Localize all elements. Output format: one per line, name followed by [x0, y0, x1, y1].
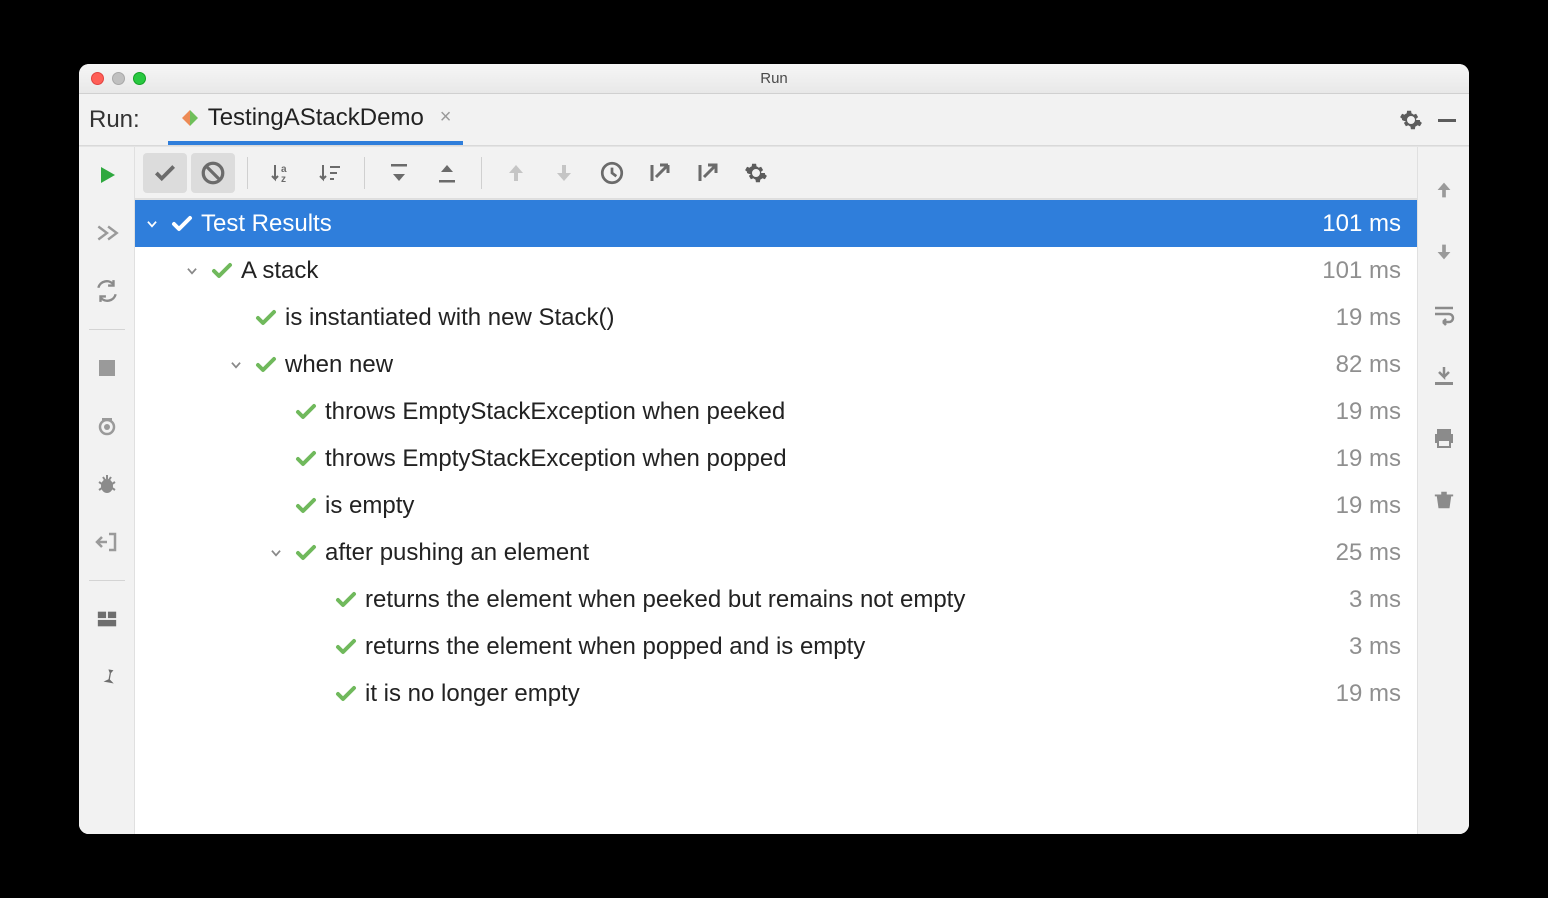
sort-duration-button[interactable] — [308, 153, 352, 193]
pass-check-icon — [291, 494, 321, 518]
test-duration: 3 ms — [1349, 633, 1401, 661]
pass-check-icon — [291, 447, 321, 471]
window-controls — [91, 72, 146, 85]
collapse-all-button[interactable] — [425, 153, 469, 193]
sort-alpha-button[interactable]: az — [260, 153, 304, 193]
test-tree[interactable]: Test Results101 msA stack101 msis instan… — [135, 199, 1417, 834]
test-duration: 19 ms — [1336, 398, 1401, 426]
right-gutter — [1417, 147, 1469, 834]
debug-button[interactable] — [87, 464, 127, 504]
test-duration: 19 ms — [1336, 680, 1401, 708]
window-title: Run — [79, 70, 1469, 87]
left-gutter — [79, 147, 135, 834]
show-ignored-button[interactable] — [191, 153, 235, 193]
test-tree-row[interactable]: A stack101 ms — [135, 247, 1417, 294]
test-label: throws EmptyStackException when peeked — [321, 398, 1336, 426]
soft-wrap-button[interactable] — [1425, 295, 1463, 333]
pass-check-icon — [251, 306, 281, 330]
rerun-failed-button[interactable] — [87, 213, 127, 253]
pass-check-icon — [167, 212, 197, 236]
test-tree-row[interactable]: throws EmptyStackException when peeked19… — [135, 388, 1417, 435]
test-tree-row[interactable]: after pushing an element25 ms — [135, 529, 1417, 576]
chevron-down-icon[interactable] — [229, 358, 251, 372]
test-duration: 19 ms — [1336, 445, 1401, 473]
pass-check-icon — [291, 400, 321, 424]
test-duration: 101 ms — [1322, 257, 1401, 285]
test-tree-row[interactable]: is instantiated with new Stack()19 ms — [135, 294, 1417, 341]
close-tab-button[interactable]: × — [440, 106, 452, 129]
import-tests-button[interactable] — [638, 153, 682, 193]
test-history-button[interactable] — [590, 153, 634, 193]
run-label: Run: — [89, 106, 140, 134]
test-label: Test Results — [197, 210, 1322, 238]
run-config-tab[interactable]: TestingAStackDemo × — [168, 94, 464, 145]
pass-check-icon — [207, 259, 237, 283]
show-passed-button[interactable] — [143, 153, 187, 193]
scroll-down-button[interactable] — [1425, 233, 1463, 271]
test-label: returns the element when peeked but rema… — [361, 586, 1349, 614]
run-config-icon — [180, 108, 200, 128]
test-toolbar: az — [135, 147, 1417, 199]
pass-check-icon — [331, 635, 361, 659]
print-button[interactable] — [1425, 419, 1463, 457]
rerun-button[interactable] — [87, 155, 127, 195]
dump-threads-button[interactable] — [87, 406, 127, 446]
export-tests-button[interactable] — [686, 153, 730, 193]
exit-button[interactable] — [87, 522, 127, 562]
test-duration: 82 ms — [1336, 351, 1401, 379]
test-label: is empty — [321, 492, 1336, 520]
clear-all-button[interactable] — [1425, 481, 1463, 519]
svg-text:z: z — [281, 174, 286, 185]
pass-check-icon — [291, 541, 321, 565]
test-label: A stack — [237, 257, 1322, 285]
test-duration: 19 ms — [1336, 304, 1401, 332]
pass-check-icon — [331, 682, 361, 706]
run-config-name: TestingAStackDemo — [208, 104, 424, 132]
chevron-down-icon[interactable] — [185, 264, 207, 278]
prev-failed-button[interactable] — [494, 153, 538, 193]
test-label: after pushing an element — [321, 539, 1336, 567]
minimize-window-button[interactable] — [112, 72, 125, 85]
test-duration: 19 ms — [1336, 492, 1401, 520]
test-label: when new — [281, 351, 1336, 379]
test-tree-row[interactable]: returns the element when peeked but rema… — [135, 576, 1417, 623]
layout-button[interactable] — [87, 599, 127, 639]
scroll-to-end-button[interactable] — [1425, 357, 1463, 395]
next-failed-button[interactable] — [542, 153, 586, 193]
test-tree-row[interactable]: it is no longer empty19 ms — [135, 670, 1417, 717]
test-duration: 25 ms — [1336, 539, 1401, 567]
expand-all-button[interactable] — [377, 153, 421, 193]
test-tree-row[interactable]: returns the element when popped and is e… — [135, 623, 1417, 670]
hide-button[interactable] — [1429, 102, 1465, 138]
chevron-down-icon[interactable] — [269, 546, 291, 560]
test-label: is instantiated with new Stack() — [281, 304, 1336, 332]
test-tree-row[interactable]: Test Results101 ms — [135, 200, 1417, 247]
pin-button[interactable] — [87, 657, 127, 697]
test-duration: 3 ms — [1349, 586, 1401, 614]
test-tree-row[interactable]: throws EmptyStackException when popped19… — [135, 435, 1417, 482]
chevron-down-icon[interactable] — [145, 217, 167, 231]
test-label: returns the element when popped and is e… — [361, 633, 1349, 661]
run-tool-window: Run Run: TestingAStackDemo × — [79, 64, 1469, 834]
titlebar[interactable]: Run — [79, 64, 1469, 94]
main-area: az — [135, 147, 1417, 834]
test-settings-button[interactable] — [734, 153, 778, 193]
run-tab-bar: Run: TestingAStackDemo × — [79, 94, 1469, 146]
test-tree-row[interactable]: is empty19 ms — [135, 482, 1417, 529]
toggle-auto-test-button[interactable] — [87, 271, 127, 311]
test-label: it is no longer empty — [361, 680, 1336, 708]
zoom-window-button[interactable] — [133, 72, 146, 85]
pass-check-icon — [331, 588, 361, 612]
body: az — [79, 146, 1469, 834]
settings-button[interactable] — [1393, 102, 1429, 138]
test-label: throws EmptyStackException when popped — [321, 445, 1336, 473]
close-window-button[interactable] — [91, 72, 104, 85]
test-tree-row[interactable]: when new82 ms — [135, 341, 1417, 388]
scroll-up-button[interactable] — [1425, 171, 1463, 209]
stop-button[interactable] — [87, 348, 127, 388]
test-duration: 101 ms — [1322, 210, 1401, 238]
pass-check-icon — [251, 353, 281, 377]
